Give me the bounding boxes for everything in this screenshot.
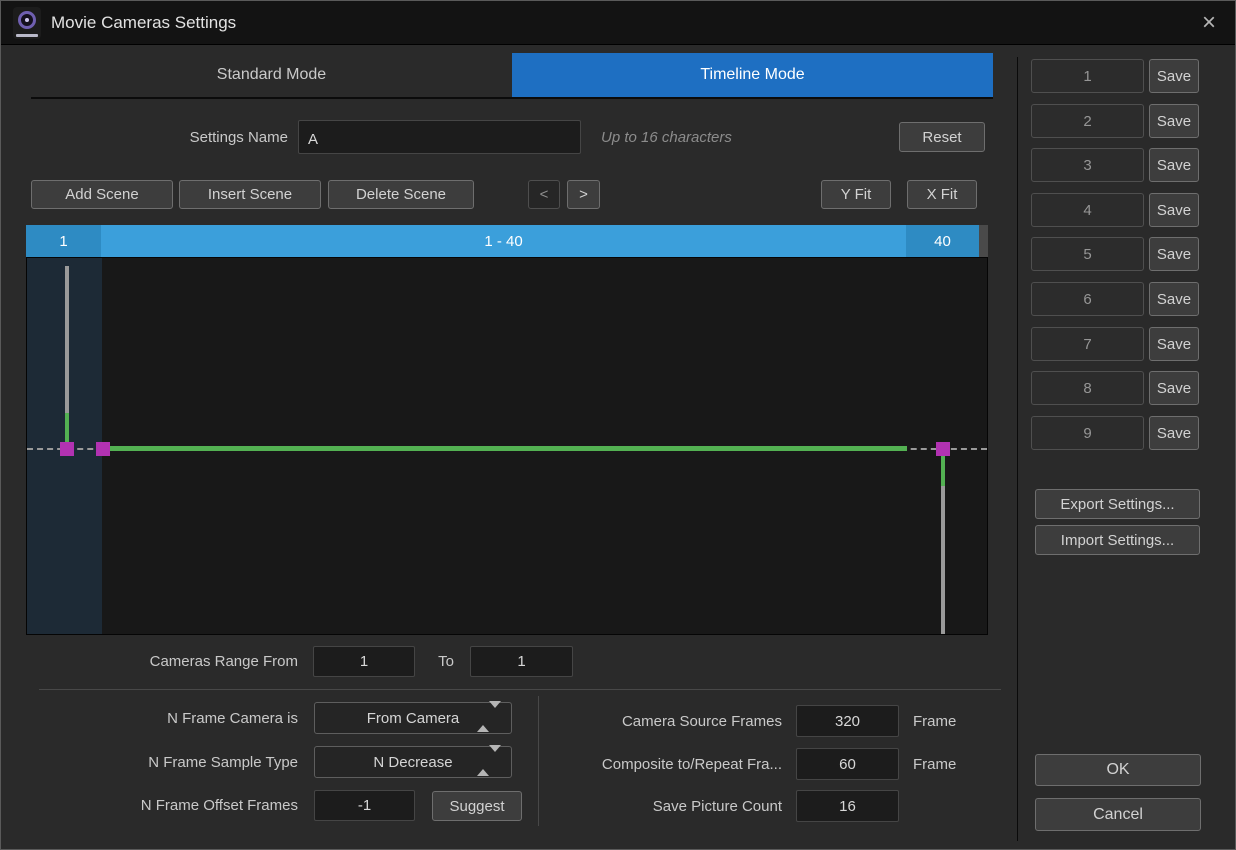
- suggest-button[interactable]: Suggest: [432, 791, 522, 821]
- preset-slot-8-save-button[interactable]: Save: [1149, 371, 1199, 405]
- camera-source-frames-label: Camera Source Frames: [546, 705, 782, 737]
- vertical-divider: [538, 696, 539, 826]
- tab-standard-mode[interactable]: Standard Mode: [31, 53, 512, 97]
- preset-slot-7-save-button[interactable]: Save: [1149, 327, 1199, 361]
- keyframe-marker-curve-start[interactable]: [96, 442, 110, 456]
- timeline-canvas[interactable]: [26, 257, 988, 635]
- save-picture-count-input[interactable]: [796, 790, 899, 822]
- composite-repeat-frames-label: Composite to/Repeat Fra...: [546, 748, 782, 780]
- end-keyframe-line-green-tip: [941, 456, 945, 486]
- spinner-arrows-icon[interactable]: [477, 708, 501, 725]
- import-settings-button[interactable]: Import Settings...: [1035, 525, 1200, 555]
- preset-slot-3-button[interactable]: 3: [1031, 148, 1144, 182]
- next-scene-button[interactable]: >: [567, 180, 600, 209]
- timeline-end-frame[interactable]: 40: [906, 225, 979, 257]
- composite-repeat-frames-input[interactable]: [796, 748, 899, 780]
- lens-icon: [18, 11, 36, 29]
- n-frame-sample-type-select[interactable]: N Decrease: [314, 746, 512, 778]
- movie-cameras-settings-dialog: Movie Cameras Settings × Standard Mode T…: [0, 0, 1236, 850]
- cameras-range-to-input[interactable]: [470, 646, 573, 677]
- start-keyframe-line: [65, 266, 69, 413]
- n-frame-camera-is-select[interactable]: From Camera: [314, 702, 512, 734]
- preset-slot-4-button[interactable]: 4: [1031, 193, 1144, 227]
- timeline-widget: 1 1 - 40 40: [26, 225, 988, 635]
- frame-unit-label: Frame: [913, 705, 956, 737]
- y-fit-button[interactable]: Y Fit: [821, 180, 891, 209]
- preset-slot-2-save-button[interactable]: Save: [1149, 104, 1199, 138]
- title-bar[interactable]: Movie Cameras Settings ×: [1, 1, 1235, 45]
- preset-slot-6-save-button[interactable]: Save: [1149, 282, 1199, 316]
- cameras-range-from-input[interactable]: [313, 646, 415, 677]
- preset-slot-5-button[interactable]: 5: [1031, 237, 1144, 271]
- settings-name-input[interactable]: [298, 120, 581, 154]
- keyframe-marker-end[interactable]: [936, 442, 950, 456]
- preset-slot-8-button[interactable]: 8: [1031, 371, 1144, 405]
- n-frame-sample-type-value: N Decrease: [373, 754, 452, 771]
- keyframe-marker-start[interactable]: [60, 442, 74, 456]
- reset-button[interactable]: Reset: [899, 122, 985, 152]
- ok-button[interactable]: OK: [1035, 754, 1201, 786]
- start-keyframe-line-green-tip: [65, 413, 69, 443]
- preset-slot-2-button[interactable]: 2: [1031, 104, 1144, 138]
- n-frame-offset-input[interactable]: [314, 790, 415, 821]
- cancel-button[interactable]: Cancel: [1035, 798, 1201, 831]
- n-frame-sample-type-label: N Frame Sample Type: [1, 746, 298, 778]
- add-scene-button[interactable]: Add Scene: [31, 180, 173, 209]
- n-frame-camera-is-label: N Frame Camera is: [1, 702, 298, 734]
- cameras-range-to-label: To: [426, 646, 466, 677]
- delete-scene-button[interactable]: Delete Scene: [328, 180, 474, 209]
- timeline-frame-ruler[interactable]: 1 1 - 40 40: [26, 225, 988, 257]
- export-settings-button[interactable]: Export Settings...: [1035, 489, 1200, 519]
- horizontal-divider: [39, 689, 1001, 690]
- n-frame-camera-is-value: From Camera: [367, 710, 460, 727]
- camera-curve-line: [110, 446, 907, 451]
- preset-slot-5-save-button[interactable]: Save: [1149, 237, 1199, 271]
- window-title: Movie Cameras Settings: [51, 13, 236, 33]
- mode-tabs: Standard Mode Timeline Mode: [31, 53, 993, 99]
- timeline-range[interactable]: 1 - 40: [101, 225, 906, 257]
- preset-slot-6-button[interactable]: 6: [1031, 282, 1144, 316]
- timeline-scrollbar-corner: [979, 225, 988, 257]
- preset-slot-9-button[interactable]: 9: [1031, 416, 1144, 450]
- tab-timeline-mode[interactable]: Timeline Mode: [512, 53, 993, 97]
- icon-caption: [16, 34, 38, 37]
- prev-scene-button[interactable]: <: [528, 180, 560, 209]
- bullet-time-app-icon: [13, 7, 41, 39]
- preset-slot-7-button[interactable]: 7: [1031, 327, 1144, 361]
- save-picture-count-label: Save Picture Count: [546, 790, 782, 822]
- preset-slot-3-save-button[interactable]: Save: [1149, 148, 1199, 182]
- preset-slot-9-save-button[interactable]: Save: [1149, 416, 1199, 450]
- preset-slot-4-save-button[interactable]: Save: [1149, 193, 1199, 227]
- cameras-range-label: Cameras Range From: [1, 646, 298, 677]
- n-frame-offset-frames-label: N Frame Offset Frames: [1, 790, 298, 821]
- sidebar-divider: [1017, 57, 1018, 841]
- spinner-arrows-icon[interactable]: [477, 752, 501, 769]
- close-icon[interactable]: ×: [1195, 9, 1223, 37]
- frame-unit-label: Frame: [913, 748, 956, 780]
- x-fit-button[interactable]: X Fit: [907, 180, 977, 209]
- insert-scene-button[interactable]: Insert Scene: [179, 180, 321, 209]
- camera-source-frames-input[interactable]: [796, 705, 899, 737]
- preset-slot-1-save-button[interactable]: Save: [1149, 59, 1199, 93]
- end-keyframe-line: [941, 486, 945, 635]
- timeline-start-frame[interactable]: 1: [26, 225, 101, 257]
- settings-name-label: Settings Name: [1, 120, 288, 154]
- settings-name-hint: Up to 16 characters: [601, 120, 732, 154]
- preset-slot-1-button[interactable]: 1: [1031, 59, 1144, 93]
